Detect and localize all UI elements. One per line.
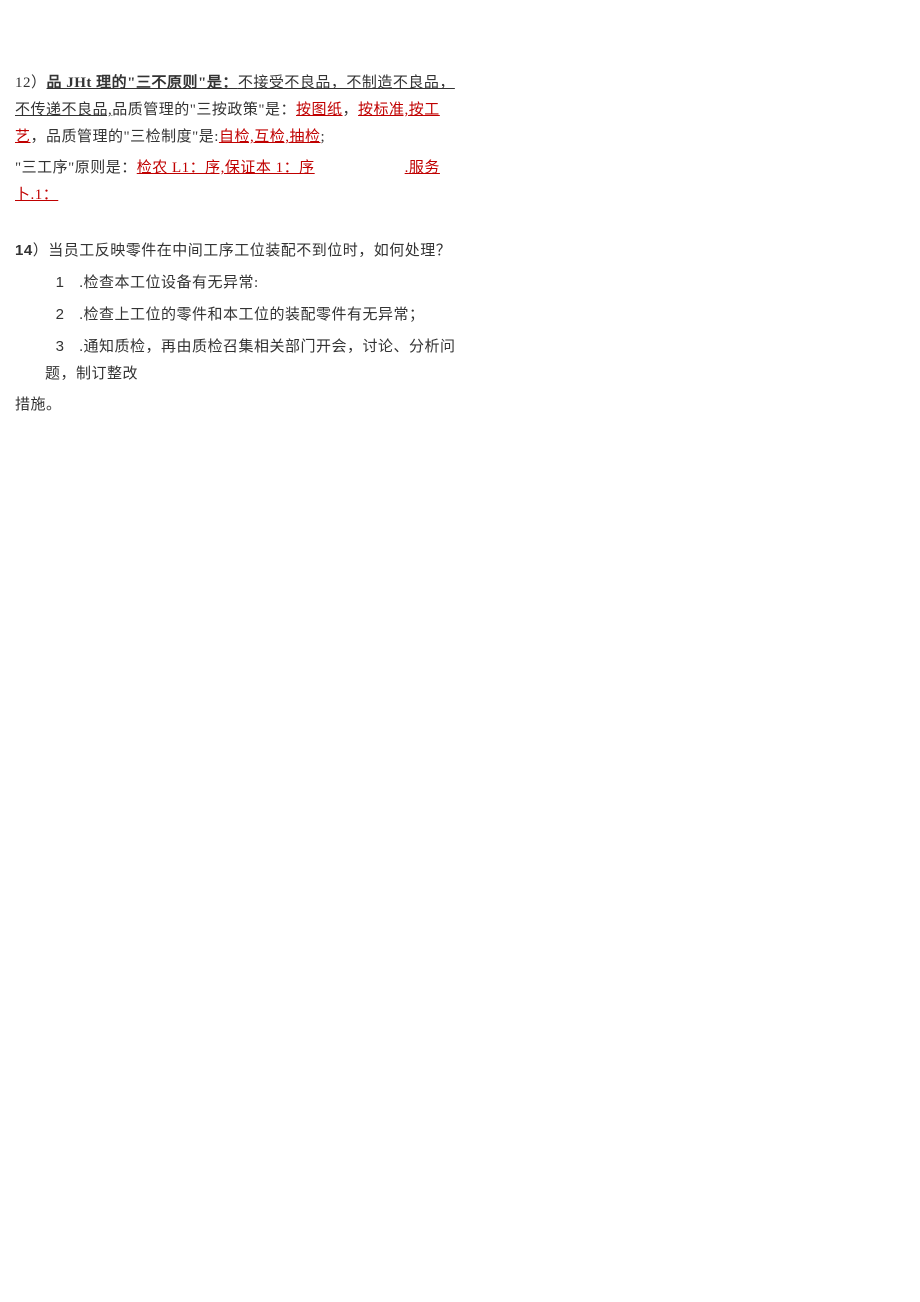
q12-link4[interactable]: 检农 L1：序,保证本 1：序 [137, 160, 315, 176]
q14-item3: 3 .通知质检，再由质检召集相关部门开会，讨论、分析问题，制订整改 [15, 333, 460, 388]
q12-prefix: 12） [15, 75, 47, 91]
question-12: 12）品 JHt 理的"三不原则"是：不接受不良品，不制造不良品，不传递不良品,… [15, 70, 460, 151]
q12-title-bold: 品 JHt 理的"三不原则"是： [47, 75, 238, 91]
q12-link1[interactable]: 按图纸 [296, 102, 343, 118]
q12-after1: 品质管理的"三按政策"是： [112, 102, 296, 118]
q12-line3a: "三工序"原则是： [15, 160, 137, 176]
q14-title: ）当员工反映零件在中间工序工位装配不到位时，如何处理？ [33, 243, 452, 259]
q14-item1: 1 .检查本工位设备有无异常: [15, 269, 460, 297]
q14-item2: 2 .检查上工位的零件和本工位的装配零件有无异常； [15, 301, 460, 329]
q12-semi: ; [320, 129, 325, 145]
q14-number: 14 [15, 242, 33, 259]
q14-item3-cont: 措施。 [15, 397, 62, 413]
list-num-3: 3 [45, 333, 75, 360]
q12-link3[interactable]: 自检,互检,抽检 [219, 129, 321, 145]
q14-item1-text: .检查本工位设备有无异常: [75, 275, 259, 291]
q14-item3-continuation: 措施。 [15, 392, 460, 419]
list-num-1: 1 [45, 269, 75, 296]
q14-item2-text: .检查上工位的零件和本工位的装配零件有无异常； [75, 307, 425, 323]
question-14-title: 14）当员工反映零件在中间工序工位装配不到位时，如何处理？ [15, 237, 460, 265]
q14-item3-text: .通知质检，再由质检召集相关部门开会，讨论、分析问题，制订整改 [45, 339, 456, 382]
q12-comma1: ， [343, 102, 359, 118]
list-num-2: 2 [45, 301, 75, 328]
q12-line3: "三工序"原则是：检农 L1：序,保证本 1：序.服务卜.1： [15, 155, 460, 209]
q12-after2: ，品质管理的"三检制度"是: [31, 129, 219, 145]
document-page: 12）品 JHt 理的"三不原则"是：不接受不良品，不制造不良品，不传递不良品,… [0, 0, 475, 419]
